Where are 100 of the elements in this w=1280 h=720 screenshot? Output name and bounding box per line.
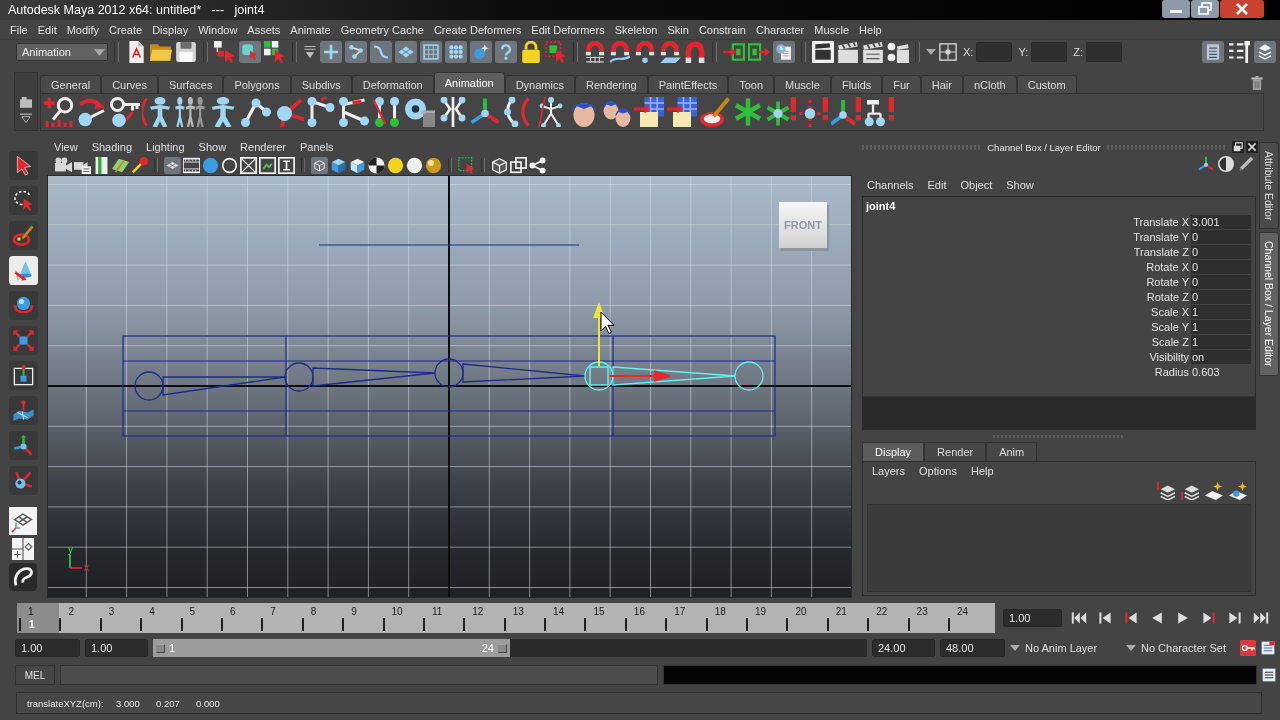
axes-icon[interactable] — [470, 97, 501, 127]
step-forward-frame-icon[interactable] — [1200, 610, 1218, 626]
attribute-list-icon[interactable] — [1202, 41, 1224, 63]
shelf-tab[interactable]: nCloth — [962, 75, 1017, 93]
range-handle-icon[interactable] — [498, 643, 507, 653]
close-icon[interactable] — [1220, 0, 1264, 18]
layer-sphere-star-icon[interactable] — [1229, 482, 1247, 500]
menu-item[interactable]: File — [5, 23, 33, 36]
command-field[interactable] — [60, 665, 658, 685]
key-arrow-icon[interactable] — [109, 97, 140, 127]
node-name[interactable]: joint4 — [863, 197, 1255, 214]
step-forward-key-icon[interactable] — [1226, 610, 1244, 626]
layer-tab[interactable]: Render — [924, 442, 987, 461]
character-set-menu[interactable]: No Character Set — [1141, 642, 1235, 654]
trash-icon[interactable] — [1250, 74, 1264, 91]
two-pane-icon[interactable] — [10, 538, 36, 560]
point-alert-icon[interactable] — [798, 97, 829, 127]
layer-star-icon[interactable] — [1205, 482, 1223, 500]
manipulator-icon[interactable] — [8, 431, 38, 460]
joint-icon[interactable] — [345, 41, 367, 63]
shelf-tab[interactable]: Fur — [882, 75, 921, 93]
step-back-frame-icon[interactable] — [1122, 610, 1140, 626]
channel-name[interactable]: Translate Y — [1133, 230, 1191, 243]
channel-value-field[interactable]: 0 — [1191, 244, 1251, 259]
script-editor-icon[interactable] — [1262, 668, 1276, 682]
key-icon[interactable] — [44, 97, 74, 127]
channel-name[interactable]: Radius — [1154, 365, 1191, 378]
shelf-tab[interactable]: Custom — [1016, 75, 1077, 93]
half-circle-icon[interactable] — [1218, 156, 1234, 172]
paintbrush-icon[interactable] — [699, 97, 730, 127]
shelf-tab[interactable]: Curves — [101, 75, 158, 93]
hierarchy-select-icon[interactable] — [214, 41, 236, 63]
range-handle-icon[interactable] — [156, 643, 165, 653]
surface-icon[interactable] — [395, 41, 417, 63]
magnet-grid-icon[interactable] — [584, 41, 606, 63]
menu-set-dropdown[interactable]: Animation — [16, 43, 108, 61]
float-window-icon[interactable] — [1232, 141, 1244, 153]
range-start-field[interactable]: 1.00 — [85, 639, 148, 657]
coordinate-field[interactable] — [1031, 42, 1068, 62]
minimize-icon[interactable] — [1162, 0, 1190, 18]
layer-menu-item[interactable]: Options — [912, 465, 964, 477]
asterisk-icon[interactable] — [732, 97, 763, 127]
skip-end-icon[interactable] — [1252, 610, 1270, 626]
caret-icon[interactable] — [1126, 643, 1136, 653]
joint-chain-icon[interactable] — [240, 97, 271, 127]
shelf-tab[interactable]: General — [40, 75, 102, 93]
shelf-tab[interactable]: Hair — [920, 75, 963, 93]
channel-value-field[interactable]: 0 — [1191, 259, 1251, 274]
panel-menu-item[interactable]: Panels — [292, 140, 341, 153]
panel-menu-item[interactable]: Lighting — [139, 140, 192, 153]
magnet-point-icon[interactable] — [634, 41, 656, 63]
component-select-icon[interactable] — [264, 41, 286, 63]
cube-outline-icon[interactable] — [491, 156, 508, 174]
menu-item[interactable]: Muscle — [809, 23, 855, 36]
checkerboard-icon[interactable] — [368, 156, 385, 174]
joint-branch-icon[interactable] — [339, 97, 370, 127]
lattice-icon[interactable] — [420, 41, 442, 63]
panel-menu-item[interactable]: Show — [191, 140, 234, 153]
paint-select-icon[interactable] — [8, 221, 38, 250]
cube-scale-icon[interactable] — [8, 326, 38, 355]
i-beam-box-icon[interactable] — [278, 156, 295, 174]
share-nodes-icon[interactable] — [529, 156, 546, 174]
pen-icon[interactable] — [1238, 156, 1254, 172]
channel-name[interactable]: Translate Z — [1133, 245, 1191, 258]
sphere-spark-icon[interactable] — [470, 41, 492, 63]
channel-name[interactable]: Scale X — [1151, 305, 1191, 318]
shelf-tab[interactable]: Fluids — [830, 75, 883, 93]
preferences-icon[interactable] — [1261, 641, 1275, 655]
menu-item[interactable]: Modify — [61, 23, 105, 36]
channel-menu-item[interactable]: Object — [953, 179, 1000, 191]
joint-tool-icon[interactable] — [8, 466, 38, 495]
menu-item[interactable]: Geometry Cache — [335, 23, 429, 36]
channel-name[interactable]: Scale Z — [1151, 335, 1191, 348]
shelf-tab[interactable]: Rendering — [574, 75, 648, 93]
menu-item[interactable]: Character — [750, 23, 810, 36]
bookmark-icon[interactable] — [93, 156, 110, 174]
shelf-tab[interactable]: Subdivs — [290, 75, 352, 93]
asterisk-alert-icon[interactable] — [765, 97, 796, 127]
anim-layer-menu[interactable]: No Anim Layer — [1025, 642, 1121, 654]
curve-icon[interactable] — [370, 41, 392, 63]
panel-menu-item[interactable]: Renderer — [233, 140, 293, 153]
end-time-field[interactable]: 48.00 — [940, 639, 1005, 657]
shelf-tab[interactable]: Polygons — [223, 75, 291, 93]
magnet-icon[interactable] — [684, 41, 706, 63]
menu-item[interactable]: Animate — [285, 23, 336, 36]
channel-menu-item[interactable]: Channels — [860, 179, 921, 191]
layers-icon[interactable] — [1157, 482, 1175, 500]
channel-menu-item[interactable]: Show — [999, 179, 1041, 191]
tree-alert-icon[interactable] — [863, 97, 894, 127]
menu-item[interactable]: Create Deformers — [428, 23, 527, 36]
axes-alert-icon[interactable] — [831, 97, 862, 127]
logo-icon[interactable] — [9, 563, 37, 591]
menu-item[interactable]: Help — [854, 23, 887, 36]
range-slider-bar[interactable] — [153, 639, 510, 657]
menu-item[interactable]: Assets — [242, 23, 286, 36]
channel-value-field[interactable]: 3.001 — [1191, 214, 1251, 229]
caret-icon[interactable] — [1010, 643, 1020, 653]
history-icon[interactable] — [773, 41, 795, 63]
channel-value-field[interactable]: 1 — [1191, 319, 1251, 334]
arrow-cursor-icon[interactable] — [8, 151, 38, 180]
